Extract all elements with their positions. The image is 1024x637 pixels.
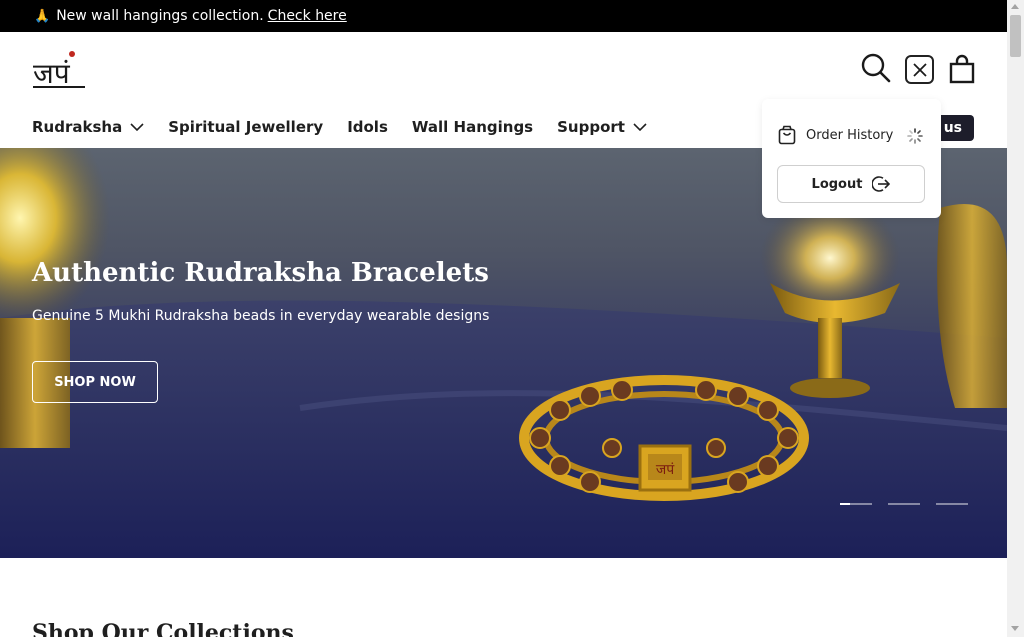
hero-subtitle: Genuine 5 Mukhi Rudraksha beads in every… bbox=[32, 308, 490, 324]
slide-indicators bbox=[840, 503, 984, 505]
logout-label: Logout bbox=[811, 176, 863, 192]
order-history-label: Order History bbox=[806, 127, 894, 143]
scroll-down-arrow-icon[interactable] bbox=[1011, 626, 1019, 631]
shop-now-button[interactable]: SHOP NOW bbox=[32, 361, 158, 403]
chevron-down-icon bbox=[633, 123, 647, 131]
bag-icon[interactable] bbox=[948, 54, 980, 86]
nav-label: Wall Hangings bbox=[411, 118, 534, 136]
logout-icon bbox=[872, 176, 891, 192]
logo-text: जपं bbox=[33, 57, 71, 90]
account-dropdown: Order History Logout bbox=[762, 99, 941, 218]
praying-hands-icon: 🙏 bbox=[34, 8, 51, 24]
close-icon[interactable] bbox=[905, 55, 934, 84]
announcement-link[interactable]: Check here bbox=[268, 8, 347, 24]
shopping-bag-icon bbox=[778, 125, 796, 145]
logo-mark: जपं bbox=[33, 51, 85, 90]
chevron-down-icon bbox=[130, 123, 144, 131]
nav-label: Support bbox=[557, 118, 625, 136]
nav-label: Idols bbox=[347, 118, 388, 136]
order-history-link[interactable]: Order History bbox=[778, 125, 893, 145]
logout-button[interactable]: Logout bbox=[777, 165, 925, 203]
announcement-bar: 🙏 New wall hangings collection. Check he… bbox=[0, 0, 1007, 32]
nav-item-rudraksha[interactable]: Rudraksha bbox=[32, 118, 144, 136]
announcement-text: New wall hangings collection. bbox=[56, 8, 264, 24]
nav-label: Rudraksha bbox=[32, 118, 123, 136]
loading-spinner-icon bbox=[907, 128, 923, 144]
svg-text:जपं: जपं bbox=[656, 462, 675, 478]
slide-indicator-3[interactable] bbox=[936, 503, 968, 505]
scroll-thumb[interactable] bbox=[1010, 15, 1021, 57]
nav-label: Spiritual Jewellery bbox=[168, 118, 324, 136]
hero-title: Authentic Rudraksha Bracelets bbox=[32, 258, 489, 288]
logo[interactable]: जपं bbox=[32, 50, 88, 90]
search-icon[interactable] bbox=[860, 52, 892, 84]
scroll-up-arrow-icon[interactable] bbox=[1011, 4, 1019, 9]
slide-indicator-2[interactable] bbox=[888, 503, 920, 505]
nav-item-wall-hangings[interactable]: Wall Hangings bbox=[412, 118, 533, 136]
nav-item-idols[interactable]: Idols bbox=[347, 118, 388, 136]
nav-item-spiritual-jewellery[interactable]: Spiritual Jewellery bbox=[168, 118, 323, 136]
contact-button-label: us bbox=[943, 120, 962, 136]
slide-indicator-1[interactable] bbox=[840, 503, 872, 505]
page: 🙏 New wall hangings collection. Check he… bbox=[0, 0, 1007, 637]
collections-title: Shop Our Collections bbox=[32, 620, 294, 637]
shop-now-label: SHOP NOW bbox=[54, 374, 136, 390]
page-scrollbar[interactable] bbox=[1007, 0, 1024, 637]
main-nav: Rudraksha Spiritual Jewellery Idols Wall… bbox=[32, 118, 671, 136]
nav-item-support[interactable]: Support bbox=[557, 118, 647, 136]
